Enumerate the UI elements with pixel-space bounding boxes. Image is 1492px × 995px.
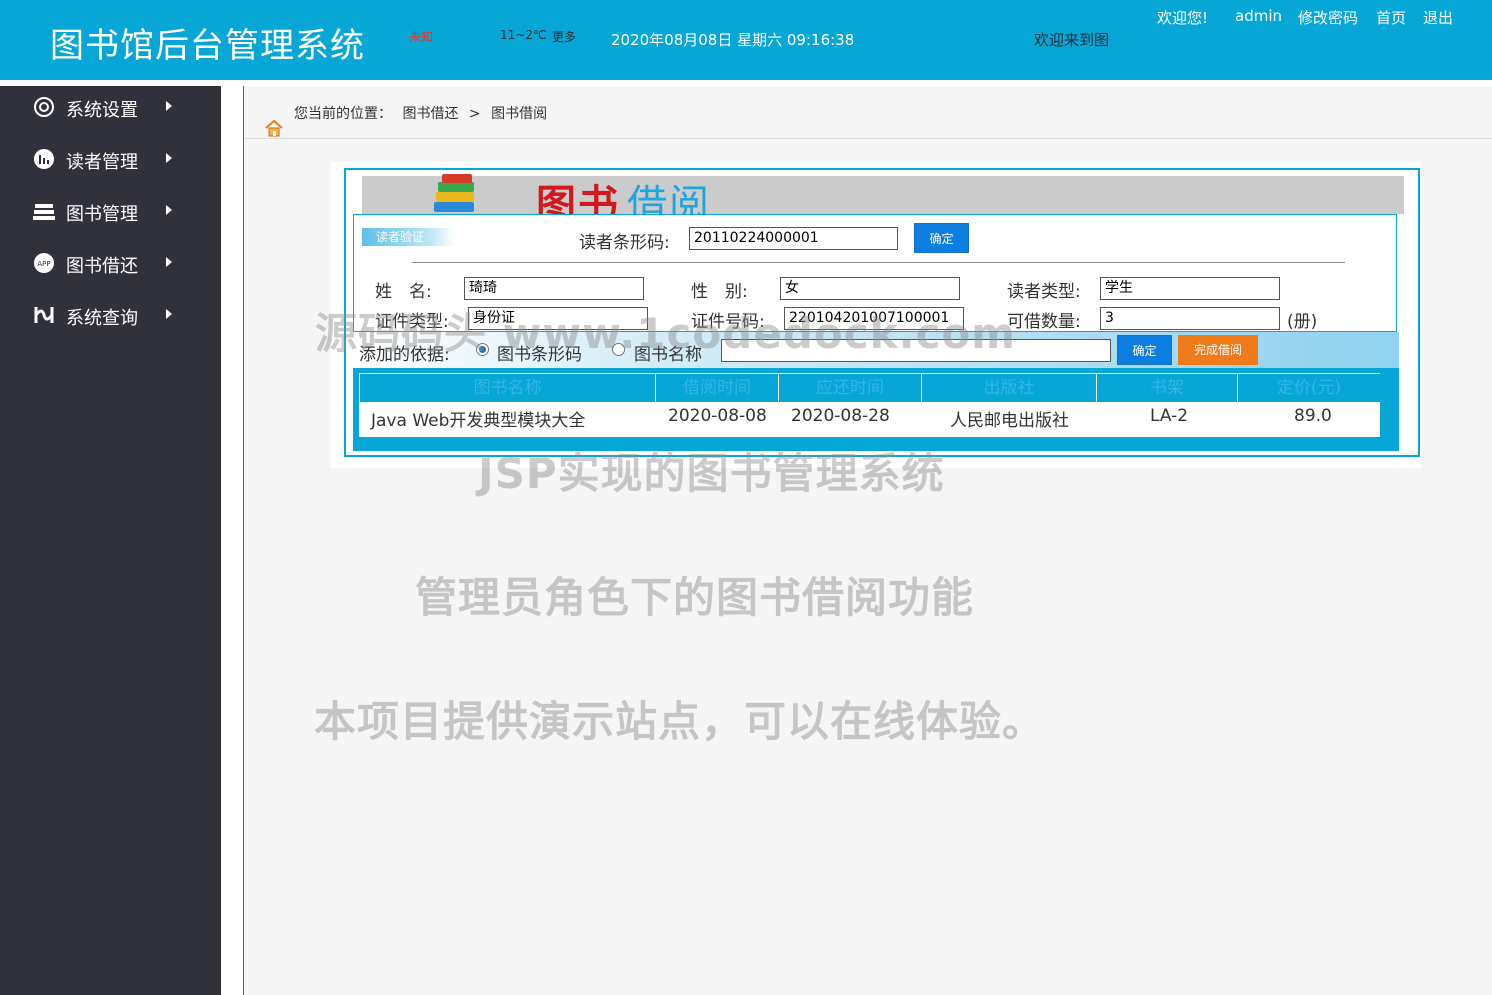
cell-shelf: LA-2	[1150, 406, 1189, 426]
gear-icon	[34, 97, 54, 117]
reader-type-label: 读者类型:	[1007, 282, 1081, 302]
sidebar-item-label: 系统查询	[66, 308, 138, 329]
caret-right-icon	[166, 153, 172, 163]
sidebar-item-system-query[interactable]: 系统查询	[0, 294, 221, 338]
sidebar-item-system-settings[interactable]: 系统设置	[0, 86, 221, 130]
sidebar-item-book-borrow-return[interactable]: APP 图书借还	[0, 242, 221, 286]
reader-barcode-input[interactable]: 20110224000001	[689, 227, 898, 250]
borrowable-field[interactable]: 3	[1100, 307, 1280, 330]
username-link[interactable]: admin	[1235, 7, 1282, 25]
finish-borrow-button[interactable]: 完成借阅	[1178, 335, 1258, 365]
watermark-site: 源码码头 www.1codedock.com	[315, 309, 1017, 358]
query-icon	[34, 307, 54, 323]
weather-location: 未知	[409, 30, 434, 44]
weather-more-link[interactable]: 更多	[552, 28, 576, 45]
books-icon	[434, 174, 474, 212]
add-confirm-button[interactable]: 确定	[1117, 335, 1172, 365]
reader-verify-tag: 读者验证	[362, 228, 454, 246]
welcome-text: 欢迎您!	[1157, 9, 1209, 27]
borrowable-label: 可借数量:	[1007, 312, 1081, 332]
caret-right-icon	[166, 101, 172, 111]
name-field[interactable]: 琦琦	[464, 277, 644, 300]
sidebar-item-label: 系统设置	[66, 100, 138, 121]
chart-icon	[34, 149, 54, 169]
cell-due-date: 2020-08-28	[791, 406, 890, 426]
change-password-link[interactable]: 修改密码	[1298, 7, 1358, 28]
gender-label: 性 别:	[691, 282, 748, 302]
reader-type-field[interactable]: 学生	[1100, 277, 1280, 300]
sidebar: 系统设置 读者管理 图书管理 APP 图书借还 系统查询	[0, 86, 221, 995]
caret-right-icon	[166, 205, 172, 215]
sidebar-item-reader-management[interactable]: 读者管理	[0, 138, 221, 182]
app-title: 图书馆后台管理系统	[50, 26, 365, 66]
weather-temperature: 11~2℃	[500, 28, 547, 42]
app-icon: APP	[34, 253, 54, 273]
watermark-demo: 本项目提供演示站点，可以在线体验。	[314, 697, 1046, 746]
column-header: 出版社	[922, 374, 1097, 402]
sidebar-item-label: 读者管理	[66, 152, 138, 173]
panel-banner	[362, 176, 1404, 214]
cell-price: 89.0	[1294, 406, 1332, 426]
cell-book-name: Java Web开发典型模块大全	[371, 411, 586, 431]
breadcrumb-separator: >	[468, 106, 481, 122]
welcome-marquee: 欢迎来到图	[1034, 31, 1110, 49]
home-icon	[265, 119, 283, 137]
home-link[interactable]: 首页	[1376, 7, 1406, 28]
name-label: 姓 名:	[375, 282, 432, 302]
current-datetime: 2020年08月08日 星期六 09:16:38	[611, 31, 855, 49]
gender-field[interactable]: 女	[780, 277, 960, 300]
column-header: 借阅时间	[656, 374, 779, 402]
books-stack-icon	[33, 204, 55, 220]
reader-barcode-label: 读者条形码:	[579, 233, 670, 253]
reader-confirm-button[interactable]: 确定	[914, 223, 969, 253]
borrowable-unit: (册)	[1287, 312, 1318, 332]
column-header: 书架	[1097, 374, 1238, 402]
cell-borrow-date: 2020-08-08	[668, 406, 767, 426]
sidebar-item-label: 图书借还	[66, 256, 138, 277]
sidebar-item-label: 图书管理	[66, 204, 138, 225]
column-header: 图书名称	[360, 374, 656, 402]
breadcrumb-prefix: 您当前的位置：	[294, 106, 392, 122]
caret-right-icon	[166, 309, 172, 319]
watermark-project: JSP实现的图书管理系统	[478, 449, 945, 498]
svg-text:APP: APP	[37, 260, 50, 268]
top-header: 图书馆后台管理系统 未知 11~2℃ 更多 2020年08月08日 星期六 09…	[0, 0, 1492, 80]
logout-link[interactable]: 退出	[1423, 7, 1453, 28]
breadcrumb-divider	[244, 138, 1492, 139]
reader-divider	[412, 262, 1345, 263]
column-header: 定价(元)	[1276, 378, 1342, 398]
caret-right-icon	[166, 257, 172, 267]
table-header: 图书名称 借阅时间 应还时间 出版社 书架 定价(元)	[360, 374, 1380, 402]
watermark-feature: 管理员角色下的图书借阅功能	[415, 573, 975, 622]
column-header: 应还时间	[779, 374, 922, 402]
sidebar-item-book-management[interactable]: 图书管理	[0, 190, 221, 234]
cell-publisher: 人民邮电出版社	[950, 411, 1069, 431]
breadcrumb-level2: 图书借阅	[491, 106, 548, 122]
breadcrumb-level1[interactable]: 图书借还	[402, 106, 458, 122]
breadcrumb: 您当前的位置： 图书借还 > 图书借阅	[294, 103, 553, 123]
